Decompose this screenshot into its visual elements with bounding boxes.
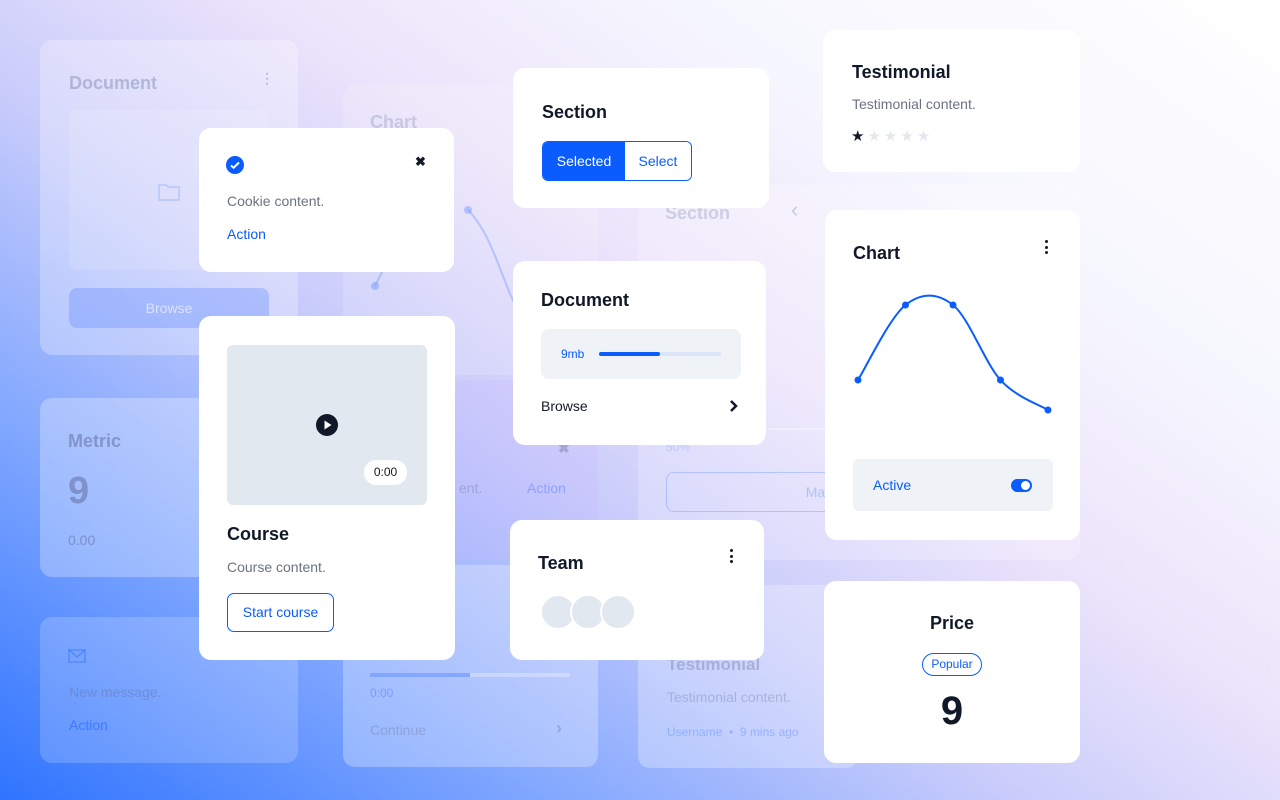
chevron-right-icon[interactable] bbox=[729, 399, 739, 413]
bg-cookie-content: ent. bbox=[459, 480, 483, 496]
cookie-content: Cookie content. bbox=[227, 193, 325, 209]
bg-testimonial-content: Testimonial content. bbox=[667, 689, 791, 705]
data-point[interactable] bbox=[1044, 406, 1052, 414]
video-thumbnail[interactable]: 0:00 bbox=[227, 345, 427, 505]
play-icon[interactable] bbox=[316, 414, 338, 436]
bg-metric-title: Metric bbox=[68, 431, 122, 451]
segment-selected[interactable]: Selected bbox=[543, 142, 625, 180]
bg-player-time: 0:00 bbox=[370, 686, 394, 700]
upload-progress-track bbox=[599, 352, 721, 356]
bg-chevron-left-icon: ‹ bbox=[791, 197, 799, 222]
upload-progress-fill bbox=[599, 352, 660, 356]
course-content: Course content. bbox=[227, 559, 326, 575]
avatar-group bbox=[540, 594, 640, 630]
star-filled-icon[interactable]: ★ bbox=[851, 127, 864, 145]
toggle-knob bbox=[1021, 481, 1030, 490]
segmented-control: Selected Select bbox=[542, 141, 692, 181]
duration-badge: 0:00 bbox=[364, 460, 407, 485]
bg-username: Username bbox=[667, 725, 723, 739]
star-rating: ★ ★ ★ ★ ★ bbox=[851, 127, 930, 145]
document-card: Document 9mb Browse bbox=[513, 261, 766, 445]
bg-time: 9 mins ago bbox=[739, 725, 799, 739]
bg-metric-sub: 0.00 bbox=[68, 532, 96, 548]
star-empty-icon[interactable]: ★ bbox=[867, 127, 880, 145]
testimonial-title: Testimonial bbox=[852, 62, 951, 82]
popular-badge: Popular bbox=[922, 653, 982, 676]
document-title: Document bbox=[541, 290, 630, 310]
testimonial-content: Testimonial content. bbox=[852, 96, 976, 112]
course-card: 0:00 Course Course content. Start course bbox=[199, 316, 455, 660]
section-title: Section bbox=[542, 102, 608, 122]
toggle-label: Active bbox=[873, 477, 912, 493]
data-point[interactable] bbox=[902, 301, 909, 309]
data-point[interactable] bbox=[997, 376, 1004, 384]
team-card: Team bbox=[510, 520, 764, 660]
active-toggle-row: Active bbox=[853, 459, 1053, 511]
bg-progress-fill bbox=[370, 673, 470, 677]
course-title: Course bbox=[227, 524, 290, 544]
chart-card: Chart Active bbox=[825, 210, 1080, 540]
bg-kebab-icon: ⋮ bbox=[260, 70, 274, 86]
bg-continue: Continue bbox=[370, 722, 427, 738]
bg-progress-track bbox=[370, 673, 570, 677]
star-empty-icon[interactable]: ★ bbox=[884, 127, 897, 145]
file-size: 9mb bbox=[561, 347, 585, 361]
folder-icon bbox=[158, 184, 180, 201]
price-value: 9 bbox=[940, 689, 964, 733]
series-line bbox=[857, 294, 1049, 411]
bg-chevron-right-icon: › bbox=[556, 718, 562, 738]
line-chart bbox=[854, 294, 1052, 414]
file-upload-box: 9mb bbox=[541, 329, 741, 379]
active-toggle[interactable] bbox=[1011, 479, 1032, 492]
data-point[interactable] bbox=[949, 301, 957, 309]
star-empty-icon[interactable]: ★ bbox=[917, 127, 930, 145]
start-course-button[interactable]: Start course bbox=[227, 593, 334, 632]
bg-cookie-action: Action bbox=[527, 480, 566, 496]
bg-metric-value: 9 bbox=[68, 470, 90, 512]
section-card: Section Selected Select bbox=[513, 68, 769, 208]
data-point[interactable] bbox=[854, 376, 862, 384]
browse-link[interactable]: Browse bbox=[541, 398, 588, 414]
kebab-menu-icon[interactable] bbox=[729, 549, 733, 563]
team-title: Team bbox=[538, 553, 584, 573]
price-title: Price bbox=[929, 613, 975, 633]
bg-message-content: New message. bbox=[69, 684, 162, 700]
close-icon[interactable]: ✖ bbox=[415, 154, 426, 170]
star-empty-icon[interactable]: ★ bbox=[900, 127, 913, 145]
bg-document-title: Document bbox=[69, 73, 158, 93]
mail-icon bbox=[68, 649, 86, 663]
cookie-action-link[interactable]: Action bbox=[227, 226, 266, 242]
segment-select[interactable]: Select bbox=[625, 142, 691, 180]
avatar[interactable] bbox=[600, 594, 636, 630]
testimonial-card: Testimonial Testimonial content. ★ ★ ★ ★ ★ bbox=[823, 30, 1080, 172]
check-circle-icon bbox=[226, 156, 244, 174]
bg-message-action: Action bbox=[69, 717, 108, 733]
price-card: Price Popular 9 bbox=[824, 581, 1080, 763]
bg-testimonial-meta: Username • 9 mins ago bbox=[667, 725, 799, 739]
cookie-card: ✖ Cookie content. Action bbox=[199, 128, 454, 272]
